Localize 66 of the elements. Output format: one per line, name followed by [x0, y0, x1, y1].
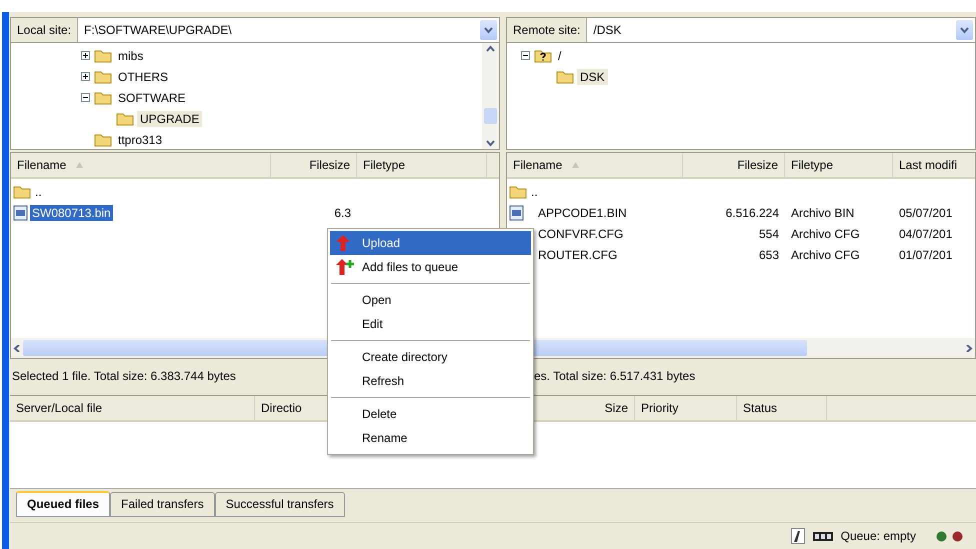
indicator-lights-icon: [936, 530, 964, 542]
folder-icon: [94, 90, 112, 105]
dropdown-caret-icon[interactable]: [486, 140, 495, 147]
collapse-icon[interactable]: [521, 51, 530, 60]
tree-item[interactable]: ttpro313: [115, 132, 166, 148]
column-header[interactable]: Status: [737, 396, 827, 420]
folder-icon: [116, 111, 134, 126]
tab[interactable]: Successful transfers: [214, 492, 345, 517]
file-name[interactable]: ..: [33, 184, 44, 200]
file-name[interactable]: ..: [529, 184, 540, 200]
tree-item[interactable]: DSK: [577, 68, 608, 84]
modified-date: 01/07/201: [898, 248, 954, 262]
file-size: 6.3: [333, 206, 352, 220]
column-header[interactable]: Filesize: [271, 153, 357, 177]
folder-icon: [94, 48, 112, 63]
file-type: Archivo CFG: [790, 226, 861, 240]
folder-icon: [556, 69, 574, 84]
column-header[interactable]: Last modifi: [893, 153, 975, 177]
column-header[interactable]: Server/Local file: [10, 396, 255, 420]
expand-icon[interactable]: [81, 51, 90, 60]
file-name[interactable]: ROUTER.CFG: [536, 246, 620, 262]
folder-icon: [509, 184, 527, 199]
folder-icon: [94, 132, 112, 147]
file-type: Archivo BIN: [790, 206, 856, 220]
column-header[interactable]: Filetype: [785, 153, 893, 177]
vertical-scrollbar[interactable]: [482, 43, 499, 149]
collapse-icon[interactable]: [81, 93, 90, 102]
arrow-up-icon: [336, 235, 350, 251]
arrow-up-plus-icon: [336, 259, 354, 275]
scroll-right-icon[interactable]: [964, 344, 973, 352]
menu-item[interactable]: Upload: [330, 231, 531, 255]
file-size: 653: [758, 248, 780, 262]
file-size: 554: [758, 226, 780, 240]
file-icon: [509, 204, 524, 220]
keyboard-icon: [812, 532, 833, 540]
file-name[interactable]: SW080713.bin: [30, 204, 113, 220]
scroll-up-icon[interactable]: [486, 45, 495, 52]
column-header[interactable]: Filesize: [683, 153, 785, 177]
modified-date: 04/07/201: [898, 226, 954, 240]
modified-date: 05/07/201: [898, 206, 954, 220]
queue-status: Queue: empty: [840, 529, 916, 543]
folder-icon: [13, 184, 31, 199]
tree-item[interactable]: /: [555, 48, 564, 64]
scroll-thumb[interactable]: [484, 108, 497, 124]
transfer-type-icon: [790, 528, 805, 544]
column-header[interactable]: Filename: [507, 153, 683, 177]
tab[interactable]: Failed transfers: [110, 492, 215, 517]
selection-status: es. Total size: 6.517.431 bytes: [534, 369, 696, 383]
tab[interactable]: Queued files: [16, 491, 110, 517]
folder-icon: [94, 69, 112, 84]
scroll-left-icon[interactable]: [13, 344, 22, 352]
selection-status: Selected 1 file. Total size: 6.383.744 bytes: [12, 369, 236, 383]
tree-item[interactable]: OTHERS: [115, 68, 172, 84]
file-icon: [13, 204, 28, 220]
file-type: Archivo CFG: [790, 248, 861, 262]
expand-icon[interactable]: [81, 72, 90, 81]
tree-item[interactable]: UPGRADE: [137, 110, 202, 126]
file-name[interactable]: CONFVRF.CFG: [536, 226, 626, 242]
question-folder-icon: [534, 48, 552, 63]
tree-item[interactable]: mibs: [115, 48, 146, 64]
column-header[interactable]: Filetype: [357, 153, 487, 177]
file-name[interactable]: APPCODE1.BIN: [536, 204, 629, 220]
file-size: 6.516.224: [724, 206, 780, 220]
tree-item[interactable]: SOFTWARE: [115, 90, 189, 106]
column-header[interactable]: Filename: [11, 153, 271, 177]
column-header[interactable]: Priority: [635, 396, 737, 420]
